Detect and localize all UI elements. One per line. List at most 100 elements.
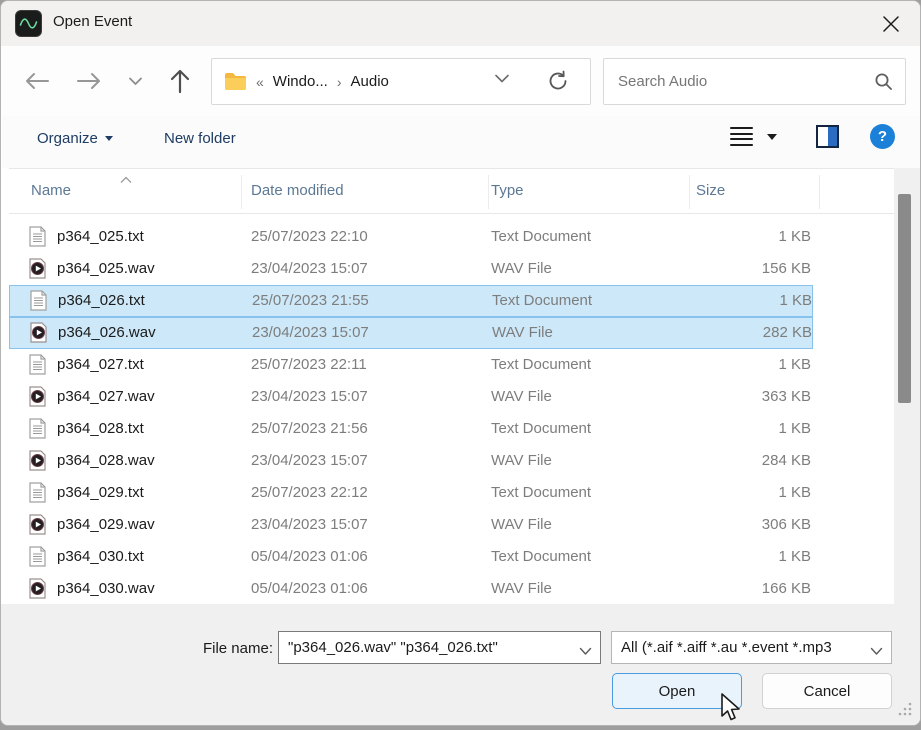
date-modified-cell: 23/04/2023 15:07 xyxy=(252,318,369,348)
file-name-label: File name: xyxy=(141,640,273,657)
folder-icon xyxy=(224,72,247,91)
date-modified-cell: 23/04/2023 15:07 xyxy=(251,253,368,285)
file-row[interactable]: p364_027.txt 25/07/2023 22:11 Text Documen… xyxy=(9,349,813,381)
new-folder-label: New folder xyxy=(164,130,236,147)
text-file-icon xyxy=(29,546,47,568)
file-name-cell: p364_028.wav xyxy=(57,445,155,477)
type-cell: Text Document xyxy=(491,477,591,509)
file-name-cell: p364_026.txt xyxy=(58,286,145,316)
type-cell: Text Document xyxy=(491,221,591,253)
file-name-cell: p364_025.wav xyxy=(57,253,155,285)
wav-file-icon xyxy=(29,386,47,408)
breadcrumb-current[interactable]: Audio xyxy=(351,73,389,90)
help-button[interactable]: ? xyxy=(870,124,895,149)
wav-file-icon xyxy=(29,450,47,472)
size-cell: 156 KB xyxy=(629,253,811,285)
file-name-cell: p364_027.wav xyxy=(57,381,155,413)
file-name-cell: p364_030.txt xyxy=(57,541,144,573)
back-icon[interactable] xyxy=(21,65,53,97)
date-modified-cell: 25/07/2023 22:10 xyxy=(251,221,368,253)
file-name-cell: p364_030.wav xyxy=(57,573,155,605)
date-modified-cell: 23/04/2023 15:07 xyxy=(251,445,368,477)
date-modified-cell: 05/04/2023 01:06 xyxy=(251,573,368,605)
mouse-cursor xyxy=(719,693,745,726)
file-row[interactable]: p364_030.wav05/04/2023 01:06WAV File166 … xyxy=(9,573,813,605)
open-button-label: Open xyxy=(659,683,696,700)
file-name-cell: p364_026.wav xyxy=(58,318,156,348)
title-bar: Open Event xyxy=(1,1,920,46)
date-modified-cell: 23/04/2023 15:07 xyxy=(251,509,368,541)
file-row[interactable]: p364_025.txt25/07/2023 22:10Text Documen… xyxy=(9,221,813,253)
preview-pane-icon[interactable] xyxy=(816,125,839,148)
type-cell: WAV File xyxy=(491,509,552,541)
file-type-chevron-icon[interactable] xyxy=(870,643,883,660)
open-event-dialog: Open Event xyxy=(0,0,921,726)
type-cell: Text Document xyxy=(491,349,591,381)
forward-icon[interactable] xyxy=(73,65,105,97)
view-mode-chevron-icon[interactable] xyxy=(767,134,777,140)
refresh-icon[interactable] xyxy=(547,70,569,97)
up-icon[interactable] xyxy=(164,65,196,97)
file-name-chevron-icon[interactable] xyxy=(579,643,592,660)
date-modified-cell: 23/04/2023 15:07 xyxy=(251,381,368,413)
cancel-button-label: Cancel xyxy=(804,683,851,700)
file-row[interactable]: p364_028.txt25/07/2023 21:56Text Documen… xyxy=(9,413,813,445)
type-cell: WAV File xyxy=(491,381,552,413)
text-file-icon xyxy=(29,418,47,440)
file-name-cell: p364_029.wav xyxy=(57,509,155,541)
scrollbar-thumb[interactable] xyxy=(898,194,911,403)
type-cell: Text Document xyxy=(492,286,592,316)
file-row[interactable]: p364_030.txt05/04/2023 01:06Text Documen… xyxy=(9,541,813,573)
column-header-type[interactable]: Type xyxy=(491,169,524,213)
close-icon[interactable] xyxy=(876,9,906,39)
file-name-cell: p364_027.txt xyxy=(57,349,144,381)
date-modified-cell: 25/07/2023 22:11 xyxy=(251,349,367,381)
resize-grip[interactable] xyxy=(897,701,913,722)
new-folder-button[interactable]: New folder xyxy=(164,130,236,147)
wav-file-icon xyxy=(29,258,47,280)
file-row[interactable]: p364_028.wav23/04/2023 15:07WAV File284 … xyxy=(9,445,813,477)
file-row[interactable]: p364_026.txt25/07/2023 21:55Text Documen… xyxy=(9,285,813,317)
column-header-date[interactable]: Date modified xyxy=(251,169,344,213)
view-mode-icon[interactable] xyxy=(730,127,753,146)
search-box[interactable] xyxy=(603,58,906,105)
file-row[interactable]: p364_026.wav23/04/2023 15:07WAV File282 … xyxy=(9,317,813,349)
file-row[interactable]: p364_029.txt25/07/2023 22:12Text Documen… xyxy=(9,477,813,509)
file-row[interactable]: p364_029.wav 23/04/2023 15:07 WAV File 306 … xyxy=(9,509,813,541)
size-cell: 282 KB xyxy=(630,318,812,348)
size-cell: 1 KB xyxy=(629,541,811,573)
window-title: Open Event xyxy=(53,13,132,30)
breadcrumb-separator: › xyxy=(337,74,342,90)
file-name-cell: p364_028.txt xyxy=(57,413,144,445)
size-cell: 1 KB xyxy=(629,221,811,253)
file-name-combobox[interactable]: "p364_026.wav" "p364_026.txt" xyxy=(278,631,601,664)
address-dropdown-chevron-icon[interactable] xyxy=(494,71,510,89)
wav-file-icon xyxy=(29,578,47,600)
cancel-button[interactable]: Cancel xyxy=(762,673,892,709)
wav-file-icon xyxy=(29,514,47,536)
organize-button[interactable]: Organize xyxy=(37,130,113,147)
text-file-icon xyxy=(29,482,47,504)
navigation-bar: « Windo... › Audio xyxy=(1,46,920,116)
size-cell: 306 KB xyxy=(629,509,811,541)
type-cell: WAV File xyxy=(491,445,552,477)
search-icon[interactable] xyxy=(874,72,893,96)
waveform-app-icon xyxy=(15,10,42,37)
file-row[interactable]: p364_027.wav23/04/2023 15:07WAV File363 … xyxy=(9,381,813,413)
address-bar[interactable]: « Windo... › Audio xyxy=(211,58,591,105)
search-input[interactable] xyxy=(618,59,858,104)
text-file-icon xyxy=(29,354,47,376)
column-header-name[interactable]: Name xyxy=(31,169,71,213)
recent-locations-chevron-icon[interactable] xyxy=(119,65,151,97)
file-name-cell: p364_029.txt xyxy=(57,477,144,509)
breadcrumb-overflow[interactable]: « xyxy=(256,74,264,90)
chevron-down-icon xyxy=(105,136,113,141)
file-row[interactable]: p364_025.wav 23/04/2023 15:07 WAV File 156 … xyxy=(9,253,813,285)
breadcrumb-parent[interactable]: Windo... xyxy=(273,73,328,90)
size-cell: 1 KB xyxy=(629,349,811,381)
sort-ascending-icon xyxy=(119,171,133,189)
file-type-combobox[interactable]: All (*.aif *.aiff *.au *.event *.mp3 xyxy=(611,631,892,664)
type-cell: WAV File xyxy=(491,253,552,285)
size-cell: 1 KB xyxy=(629,477,811,509)
column-header-size[interactable]: Size xyxy=(696,169,725,213)
